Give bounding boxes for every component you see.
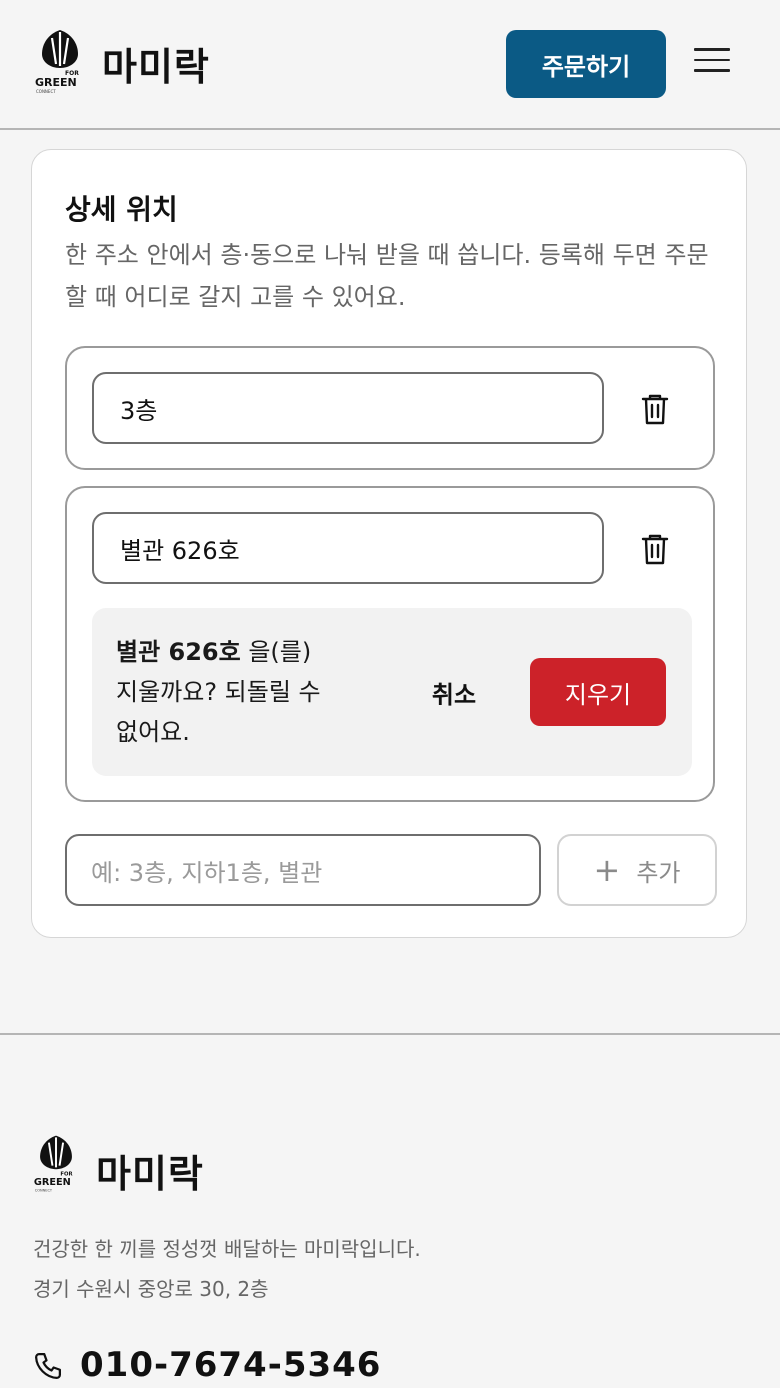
order-button[interactable]: 주문하기 xyxy=(506,30,666,98)
confirm-rest: 지울까요? 되돌릴 수 없어요. xyxy=(116,678,321,746)
svg-text:CONNECT: CONNECT xyxy=(36,89,56,94)
brand-name[interactable]: 마미락 xyxy=(102,36,210,91)
delete-confirm-message: 별관 626호 을(를) 지울까요? 되돌릴 수 없어요. xyxy=(116,632,346,752)
location-item: 3층 xyxy=(65,346,715,470)
plus-icon: + xyxy=(593,851,621,889)
footer-description: 건강한 한 끼를 정성껏 배달하는 마미락입니다. 경기 수원시 중앙로 30,… xyxy=(33,1229,733,1309)
cancel-button[interactable]: 취소 xyxy=(408,658,500,726)
section-title: 상세 위치 xyxy=(65,193,178,226)
hamburger-icon[interactable] xyxy=(694,48,730,80)
svg-text:GREEN: GREEN xyxy=(35,76,77,89)
location-name-input[interactable]: 별관 626호 xyxy=(92,512,604,584)
footer-logo: FOR GREEN CONNECT xyxy=(33,1133,79,1193)
phone-icon xyxy=(33,1351,63,1381)
add-label: 추가 xyxy=(636,858,681,887)
top-header: FOR GREEN CONNECT 마미락 주문하기 xyxy=(0,0,780,130)
delete-confirm-panel: 별관 626호 을(를) 지울까요? 되돌릴 수 없어요. 취소 지우기 xyxy=(92,608,692,776)
location-name-input[interactable]: 3층 xyxy=(92,372,604,444)
location-item: 별관 626호 별관 626호 을(를) 지울까요? 되돌릴 수 없어요. 취소 … xyxy=(65,486,715,802)
brand-logo[interactable]: FOR GREEN CONNECT xyxy=(34,28,86,94)
delete-target-name: 별관 626호 xyxy=(116,638,241,666)
new-location-input[interactable]: 예: 3층, 지하1층, 별관 xyxy=(65,834,541,906)
svg-text:CONNECT: CONNECT xyxy=(35,1188,53,1192)
confirm-suffix: 을(를) xyxy=(240,638,312,666)
detail-location-card: 상세 위치 한 주소 안에서 층·동으로 나눠 받을 때 씁니다. 등록해 두면… xyxy=(31,149,747,938)
footer-brand-name: 마미락 xyxy=(96,1152,204,1196)
site-footer: FOR GREEN CONNECT 마미락 건강한 한 끼를 정성껏 배달하는 … xyxy=(0,1033,780,1388)
add-location-button[interactable]: + 추가 xyxy=(557,834,717,906)
confirm-delete-button[interactable]: 지우기 xyxy=(530,658,666,726)
footer-phone[interactable]: 010-7674-5346 xyxy=(80,1345,381,1385)
section-description: 한 주소 안에서 층·동으로 나눠 받을 때 씁니다. 등록해 두면 주문할 때… xyxy=(65,241,709,311)
footer-tagline: 건강한 한 끼를 정성껏 배달하는 마미락입니다. xyxy=(33,1237,421,1261)
trash-icon[interactable] xyxy=(639,392,671,426)
svg-text:GREEN: GREEN xyxy=(34,1177,71,1188)
footer-address: 경기 수원시 중앙로 30, 2층 xyxy=(33,1277,269,1301)
trash-icon[interactable] xyxy=(639,532,671,566)
